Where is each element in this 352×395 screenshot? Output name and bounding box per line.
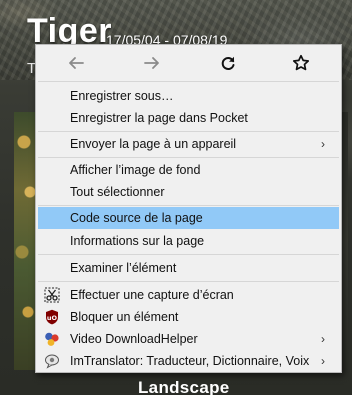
menu-separator xyxy=(38,157,339,158)
menu-item-take-screenshot[interactable]: Effectuer une capture d’écran xyxy=(38,284,339,306)
menu-item-view-page-source[interactable]: Code source de la page xyxy=(38,207,339,229)
arrow-left-icon xyxy=(67,55,85,71)
menu-separator xyxy=(38,254,339,255)
section-heading-landscape: Landscape xyxy=(138,378,230,395)
menu-separator xyxy=(38,81,339,82)
menu-item-label: Video DownloadHelper xyxy=(70,332,198,346)
menu-item-label: Enregistrer la page dans Pocket xyxy=(70,111,248,125)
menu-item-save-to-pocket[interactable]: Enregistrer la page dans Pocket xyxy=(38,107,339,129)
bookmark-button[interactable] xyxy=(287,50,315,76)
menu-item-label: Effectuer une capture d’écran xyxy=(70,288,234,302)
back-button[interactable] xyxy=(62,50,90,76)
imtranslator-icon xyxy=(44,353,60,369)
menu-item-page-info[interactable]: Informations sur la page xyxy=(38,230,339,252)
menu-item-label: Examiner l’élément xyxy=(70,261,177,275)
video-downloadhelper-icon xyxy=(44,331,60,347)
context-menu: Enregistrer sous… Enregistrer la page da… xyxy=(35,44,342,373)
menu-item-select-all[interactable]: Tout sélectionner xyxy=(38,181,339,203)
menu-item-label: Envoyer la page à un appareil xyxy=(70,137,237,151)
reload-icon xyxy=(220,55,236,71)
submenu-arrow-icon: › xyxy=(321,332,325,346)
menu-item-save-as[interactable]: Enregistrer sous… xyxy=(38,85,339,107)
menu-item-label: Informations sur la page xyxy=(70,234,205,248)
menu-separator xyxy=(38,281,339,282)
menu-separator xyxy=(38,131,339,132)
star-icon xyxy=(292,54,310,72)
context-menu-navigation xyxy=(36,45,341,81)
menu-item-label: Enregistrer sous… xyxy=(70,89,174,103)
menu-item-label: Bloquer un élément xyxy=(70,310,179,324)
submenu-arrow-icon: › xyxy=(321,137,325,151)
svg-text:uO: uO xyxy=(47,314,58,322)
menu-item-send-to-device[interactable]: Envoyer la page à un appareil › xyxy=(38,133,339,155)
menu-separator xyxy=(38,205,339,206)
menu-item-label: Tout sélectionner xyxy=(70,185,165,199)
menu-item-label: ImTranslator: Traducteur, Dictionnaire, … xyxy=(70,354,310,368)
menu-item-imtranslator[interactable]: ImTranslator: Traducteur, Dictionnaire, … xyxy=(38,350,339,372)
reload-button[interactable] xyxy=(214,50,242,76)
ublock-origin-icon: uO xyxy=(44,309,60,325)
menu-item-video-downloadhelper[interactable]: Video DownloadHelper › xyxy=(38,328,339,350)
menu-item-inspect-element[interactable]: Examiner l’élément xyxy=(38,257,339,279)
forward-button[interactable] xyxy=(138,50,166,76)
menu-item-view-background-image[interactable]: Afficher l’image de fond xyxy=(38,159,339,181)
menu-item-block-element[interactable]: uO Bloquer un élément xyxy=(38,306,339,328)
menu-item-label: Afficher l’image de fond xyxy=(70,163,201,177)
scissors-icon xyxy=(44,287,60,303)
menu-item-label: Code source de la page xyxy=(70,211,203,225)
submenu-arrow-icon: › xyxy=(321,354,325,368)
arrow-right-icon xyxy=(143,55,161,71)
